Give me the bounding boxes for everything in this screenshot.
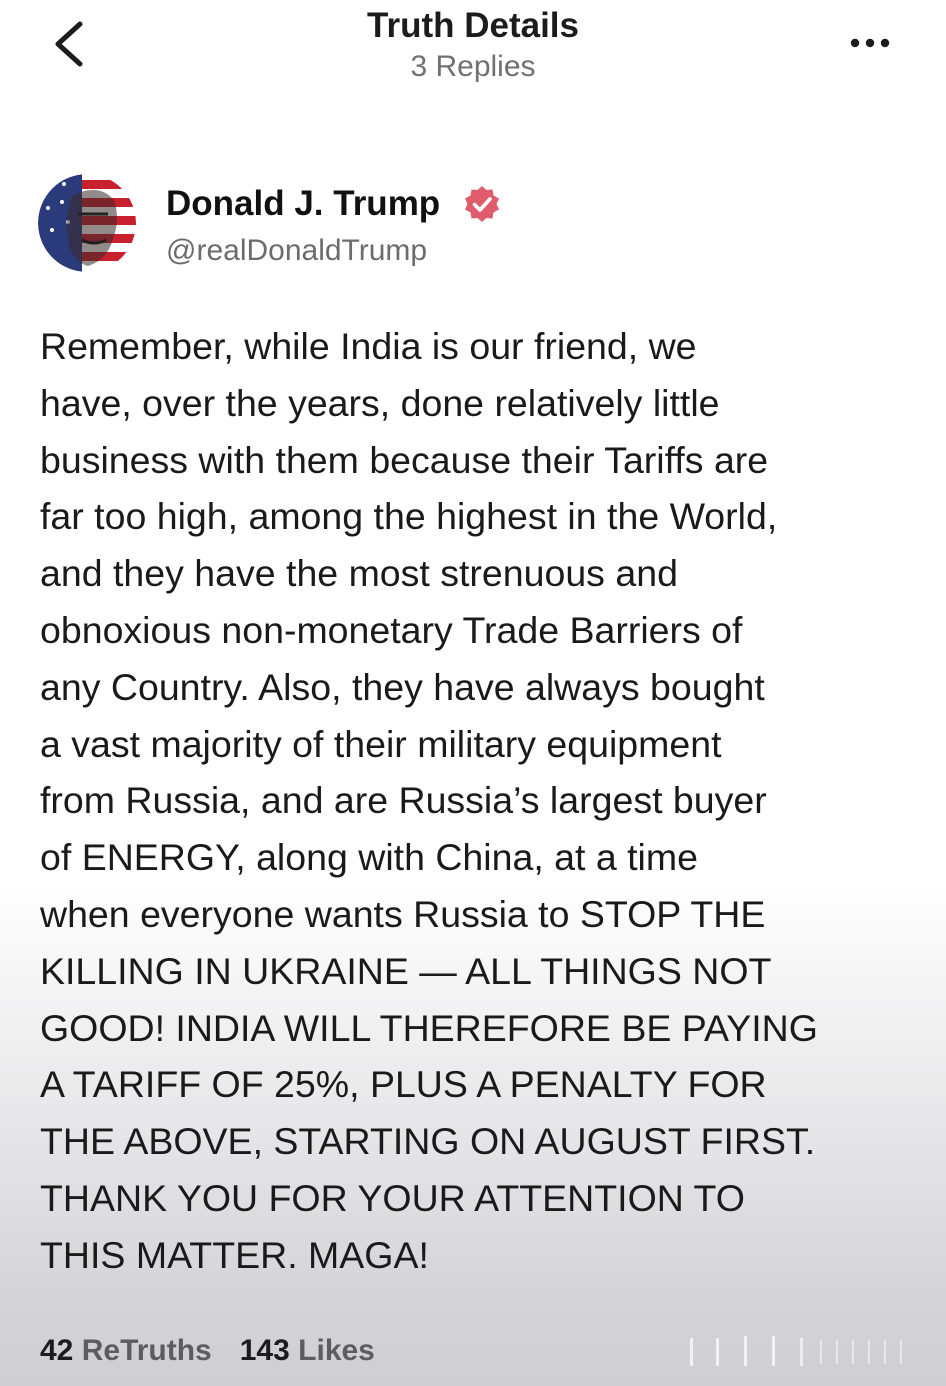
more-options-button[interactable] [838, 28, 902, 58]
watermark-lines [660, 1330, 930, 1370]
avatar[interactable] [38, 174, 136, 272]
avatar-image [38, 174, 136, 272]
retruths-label: ReTruths [81, 1334, 212, 1367]
replies-count[interactable]: 3 Replies [0, 50, 946, 84]
author-name[interactable]: Donald J. Trump [166, 184, 440, 224]
likes-stat[interactable]: 143 Likes [240, 1334, 375, 1368]
likes-count: 143 [239, 1334, 290, 1367]
retruths-stat[interactable]: 42 ReTruths [40, 1334, 212, 1368]
likes-label: Likes [298, 1334, 375, 1367]
retruths-count: 42 [40, 1334, 74, 1367]
page-title: Truth Details [367, 6, 579, 45]
post-stats: 42 ReTruths 143 Likes [40, 1334, 403, 1368]
top-bar: Truth Details 3 Replies [0, 0, 946, 110]
author-handle[interactable]: @realDonaldTrump [166, 234, 427, 268]
more-horizontal-icon [850, 38, 890, 48]
verified-badge-icon [462, 184, 502, 224]
post-text: Remember, while India is our friend, we … [40, 325, 818, 1276]
